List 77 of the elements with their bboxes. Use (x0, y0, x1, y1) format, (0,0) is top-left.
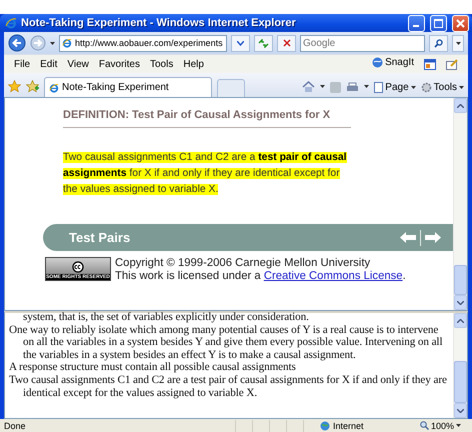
forward-button[interactable] (30, 35, 46, 51)
chevron-up-icon (457, 104, 464, 108)
scroll-up-button[interactable] (454, 313, 467, 328)
caret-icon (459, 86, 464, 89)
close-icon (282, 39, 290, 47)
maximize-button[interactable] (430, 14, 447, 32)
browser-icon (62, 38, 72, 48)
scroll-down-button[interactable] (454, 295, 467, 310)
scrollbar[interactable] (453, 98, 467, 310)
add-favorite-icon[interactable] (26, 80, 39, 93)
snagit-button[interactable]: SnagIt (372, 56, 414, 68)
previous-arrow-icon[interactable] (400, 232, 416, 243)
caret-icon (456, 42, 460, 44)
dropdown-button[interactable] (452, 34, 464, 52)
caret-icon (410, 86, 416, 89)
copyright-text: Copyright © 1999-2006 Carnegie Mellon University (115, 257, 372, 270)
back-button[interactable] (8, 34, 26, 52)
browser-icon (49, 82, 59, 92)
scroll-thumb[interactable] (454, 265, 467, 295)
note-text: One way to reliably isolate which among many potential causes of Y is a real cause is to intervene on all the variables in a system besides Y and give them every possible value. Intervening on all the variables in a system besides an effect Y is to make a causal assignment. (9, 324, 444, 362)
zoom-control[interactable]: 100% (420, 420, 468, 430)
definition-text: Two causal assignments C1 and C2 are a test pair of causal assignments for X if and only if they are identical except for the values assigned to variable X. (63, 151, 348, 197)
menu-item[interactable]: View (67, 58, 89, 70)
caret-icon (364, 85, 370, 88)
license-text: This work is licensed under a Creative Commons License. (115, 270, 406, 283)
chevron-icon (237, 40, 244, 46)
favorites-star-icon[interactable] (8, 80, 21, 93)
menu-item[interactable]: File (14, 58, 30, 70)
caret-icon (456, 424, 462, 427)
scroll-down-button[interactable] (454, 403, 467, 418)
edit-icon[interactable] (446, 58, 458, 70)
print-icon[interactable] (346, 82, 360, 93)
status-text: Done (4, 420, 27, 430)
globe-icon (372, 56, 384, 68)
magnifier-icon (420, 421, 429, 430)
note-text: A response structure must contain all possible causal assignments (9, 361, 297, 374)
note-text: system, that is, the set of variables explicitly under consideration. (22, 311, 310, 324)
chevron-up-icon (457, 318, 464, 322)
chevron-down-icon (457, 300, 464, 304)
section-title: Test Pairs (69, 230, 132, 245)
browser-tab[interactable]: Note-Taking Experiment (44, 77, 212, 97)
minimize-button[interactable] (408, 14, 425, 32)
caret-icon (50, 42, 55, 44)
gear-icon (420, 82, 432, 93)
globe-icon (320, 420, 330, 430)
next-arrow-icon[interactable] (425, 232, 441, 243)
dropdown-button[interactable] (231, 34, 250, 52)
menu-item[interactable]: Help (183, 58, 204, 70)
window-title: Note-Taking Experiment - Windows Internet Explorer (21, 17, 297, 29)
scroll-thumb[interactable] (454, 361, 467, 403)
scrollbar[interactable] (453, 313, 467, 418)
command-menu[interactable]: Page (374, 82, 416, 93)
stop-button[interactable] (277, 34, 296, 52)
close-button[interactable] (452, 14, 469, 32)
menu-item[interactable]: Tools (150, 58, 174, 70)
maximize-icon (434, 18, 443, 28)
search-icon (434, 38, 443, 48)
zone-indicator: Internet (320, 420, 420, 430)
caret-icon (320, 85, 326, 88)
definition-heading: DEFINITION: Test Pair of Causal Assignments for X (63, 109, 351, 128)
cc-icon (72, 261, 84, 273)
search-button[interactable] (429, 34, 448, 52)
close-icon (456, 18, 465, 28)
window-icon[interactable] (424, 58, 436, 70)
home-icon[interactable] (302, 81, 316, 93)
refresh-icon (258, 38, 269, 48)
command-menu[interactable]: Tools (420, 82, 464, 93)
note-text: Two causal assignments C1 and C2 are a test pair of causal assignments for X if and only if they are identical except for the values assigned to variable X. (9, 374, 448, 400)
refresh-button[interactable] (254, 34, 273, 52)
chevron-down-icon (457, 408, 464, 412)
menu-item[interactable]: Edit (40, 58, 58, 70)
address-field[interactable]: http://www.aobauer.com/experiments (59, 34, 227, 52)
scroll-up-button[interactable] (454, 98, 467, 113)
browser-icon (5, 17, 17, 29)
license-link[interactable]: Creative Commons License (264, 270, 403, 282)
page-icon (374, 82, 384, 93)
menu-item[interactable]: Favorites (98, 58, 140, 70)
